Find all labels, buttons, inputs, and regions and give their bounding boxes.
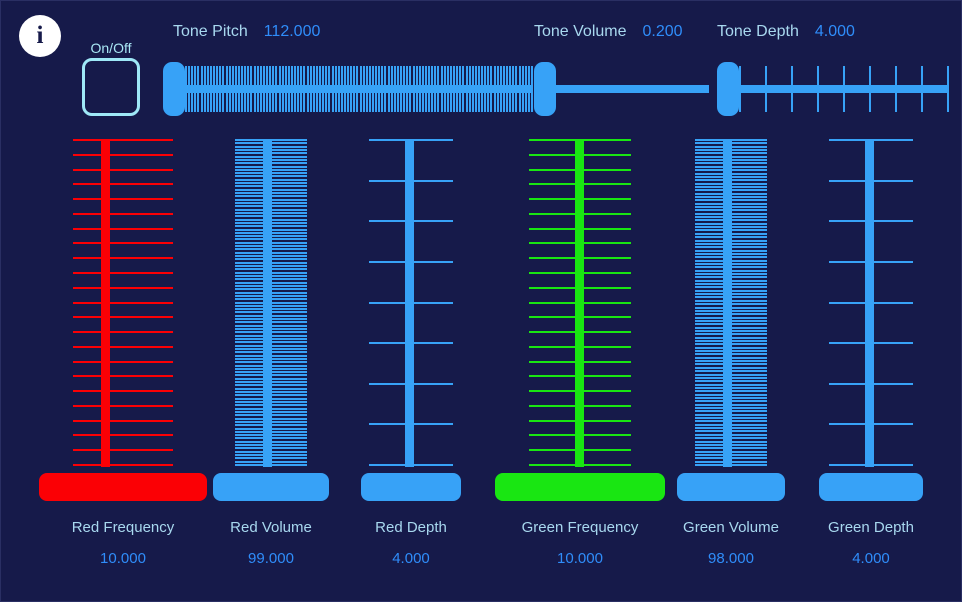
- green-volume-thumb[interactable]: [677, 473, 785, 501]
- green-frequency-slider[interactable]: [495, 139, 665, 501]
- green-depth-value: 4.000: [852, 550, 890, 567]
- tone-volume-value: 0.200: [642, 23, 683, 40]
- red-volume-slider[interactable]: [213, 139, 329, 501]
- tone-pitch-label: Tone Pitch: [173, 23, 248, 40]
- green-depth-label: Green Depth: [828, 519, 914, 536]
- info-icon[interactable]: i: [19, 15, 61, 57]
- tone-depth-header: Tone Depth 4.000: [717, 22, 855, 41]
- red-frequency-ticks: [73, 139, 173, 467]
- green-depth-slider[interactable]: [819, 139, 923, 501]
- tone-volume-thumb[interactable]: [534, 62, 556, 116]
- tone-volume-slider[interactable]: [534, 62, 716, 116]
- info-icon-glyph: i: [36, 22, 44, 49]
- control-panel-window: i On/Off Tone Pitch 112.000 Tone Volume 0.2…: [0, 0, 962, 602]
- tone-pitch-ticks: [185, 62, 535, 116]
- tone-pitch-slider[interactable]: [163, 62, 539, 116]
- red-frequency-thumb[interactable]: [39, 473, 207, 501]
- green-volume-stem[interactable]: [723, 139, 732, 467]
- tone-volume-label: Tone Volume: [534, 23, 627, 40]
- green-volume-slider[interactable]: [677, 139, 785, 501]
- tone-volume-header: Tone Volume 0.200: [534, 22, 683, 41]
- tone-depth-value: 4.000: [814, 23, 855, 40]
- red-depth-thumb[interactable]: [361, 473, 461, 501]
- red-depth-stem[interactable]: [405, 139, 414, 467]
- onoff-control: On/Off: [79, 41, 143, 116]
- top-controls-bar: i On/Off Tone Pitch 112.000 Tone Volume 0.2…: [1, 1, 961, 133]
- red-depth-slider[interactable]: [361, 139, 461, 501]
- tone-depth-thumb[interactable]: [717, 62, 739, 116]
- tone-depth-ticks: [739, 62, 951, 116]
- tone-depth-slider[interactable]: [717, 62, 956, 116]
- red-volume-stem[interactable]: [263, 139, 272, 467]
- green-depth-thumb[interactable]: [819, 473, 923, 501]
- tone-pitch-value: 112.000: [263, 23, 321, 40]
- green-depth-stem[interactable]: [865, 139, 874, 467]
- tone-volume-track[interactable]: [554, 85, 709, 93]
- red-frequency-stem[interactable]: [101, 139, 110, 467]
- tone-pitch-header: Tone Pitch 112.000: [173, 22, 320, 41]
- tone-pitch-thumb[interactable]: [163, 62, 185, 116]
- green-depth-footer: Green Depth 4.000: [789, 519, 953, 568]
- red-volume-thumb[interactable]: [213, 473, 329, 501]
- onoff-checkbox[interactable]: [82, 58, 140, 116]
- green-frequency-stem[interactable]: [575, 139, 584, 467]
- green-frequency-thumb[interactable]: [495, 473, 665, 501]
- onoff-label: On/Off: [90, 40, 132, 56]
- red-frequency-slider[interactable]: [39, 139, 207, 501]
- tone-depth-label: Tone Depth: [717, 23, 799, 40]
